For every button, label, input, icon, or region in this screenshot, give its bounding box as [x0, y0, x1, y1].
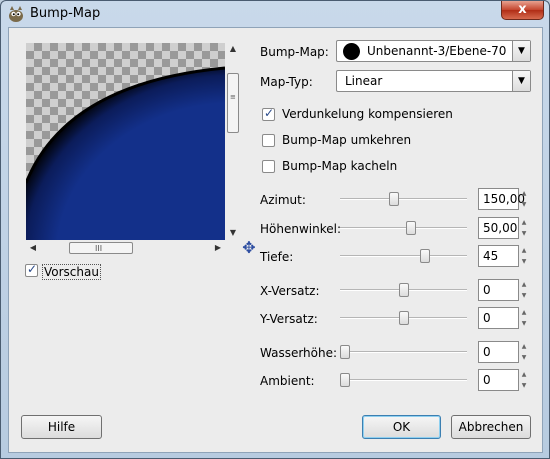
x-offset-slider[interactable] [340, 283, 467, 297]
preview-label[interactable]: Vorschau [42, 264, 101, 280]
ambient-slider[interactable] [340, 373, 467, 387]
invert-label[interactable]: Bump-Map umkehren [282, 133, 411, 147]
elevation-label: Höhenwinkel: [260, 222, 341, 236]
spin-up-icon: ▲ [521, 309, 527, 316]
x-offset-value: 0 [483, 283, 491, 297]
azimuth-label: Azimut: [260, 193, 306, 207]
title-bar[interactable]: Bump-Map x [1, 1, 549, 27]
ambient-spin-arrows[interactable]: ▲ ▼ [519, 369, 529, 391]
waterlevel-slider[interactable] [340, 345, 467, 359]
waterlevel-value: 0 [483, 345, 491, 359]
grip-icon: ≡ [230, 93, 236, 101]
spin-up-icon: ▲ [521, 343, 527, 350]
spin-down-icon: ▼ [521, 354, 527, 361]
invert-checkbox[interactable] [262, 134, 275, 147]
ambient-label: Ambient: [260, 374, 315, 388]
spin-down-icon: ▼ [521, 230, 527, 237]
x-offset-spin-arrows[interactable]: ▲ ▼ [519, 279, 529, 301]
y-offset-slider[interactable] [340, 311, 467, 325]
depth-slider[interactable] [340, 249, 467, 263]
move-arrows-icon[interactable]: ✥ [241, 240, 257, 256]
waterlevel-spinbutton[interactable]: 0 [478, 341, 519, 363]
compensate-label[interactable]: Verdunkelung kompensieren [282, 107, 453, 121]
preview-vertical-scrollbar[interactable]: ▲ ≡ ▼ [226, 43, 240, 240]
scroll-down-icon[interactable]: ▼ [226, 227, 240, 239]
ambient-spinbutton[interactable]: 0 [478, 369, 519, 391]
window-title: Bump-Map [30, 6, 101, 21]
maptype-select[interactable]: Linear ▼ [336, 70, 531, 92]
chevron-down-icon[interactable]: ▼ [512, 41, 530, 61]
compensate-checkbox[interactable] [262, 106, 275, 121]
cancel-button[interactable]: Abbrechen [451, 415, 531, 439]
preview-panel: ▲ ≡ ▼ ◀ III ▶ ✥ [23, 38, 256, 260]
preview-image[interactable] [26, 43, 225, 240]
spin-down-icon: ▼ [521, 258, 527, 265]
spin-up-icon: ▲ [521, 281, 527, 288]
slider-thumb[interactable] [389, 192, 399, 206]
help-button[interactable]: Hilfe [21, 415, 102, 439]
y-offset-spinbutton[interactable]: 0 [478, 307, 519, 329]
y-offset-label: Y-Versatz: [260, 312, 318, 326]
y-offset-spin-arrows[interactable]: ▲ ▼ [519, 307, 529, 329]
preview-render [26, 66, 225, 240]
spin-down-icon: ▼ [521, 292, 527, 299]
grip-label: III [95, 244, 103, 253]
spin-up-icon: ▲ [521, 371, 527, 378]
preview-checkbox[interactable] [25, 262, 38, 277]
bumpmap-value: Unbenannt-3/Ebene-70 [367, 44, 507, 58]
elevation-spin-arrows[interactable]: ▲ ▼ [519, 217, 529, 239]
spin-down-icon: ▼ [521, 201, 527, 208]
tile-label[interactable]: Bump-Map kacheln [282, 159, 397, 173]
azimuth-slider[interactable] [340, 192, 467, 206]
horizontal-scroll-thumb[interactable]: III [69, 242, 133, 254]
elevation-value: 50,00 [483, 221, 518, 235]
bumpmap-label: Bump-Map: [260, 45, 329, 59]
spin-up-icon: ▲ [521, 190, 527, 197]
spin-up-icon: ▲ [521, 219, 527, 226]
ambient-value: 0 [483, 373, 491, 387]
dialog-window: Bump-Map x ▲ ≡ ▼ ◀ III ▶ ✥ ✓ Vorschau Bu… [0, 0, 550, 459]
layer-thumbnail [343, 43, 360, 60]
scroll-up-icon[interactable]: ▲ [226, 43, 240, 55]
depth-spin-arrows[interactable]: ▲ ▼ [519, 245, 529, 267]
y-offset-value: 0 [483, 311, 491, 325]
spin-up-icon: ▲ [521, 247, 527, 254]
spin-down-icon: ▼ [521, 320, 527, 327]
waterlevel-spin-arrows[interactable]: ▲ ▼ [519, 341, 529, 363]
scroll-right-icon[interactable]: ▶ [211, 242, 225, 254]
bumpmap-select[interactable]: Unbenannt-3/Ebene-70 ▼ [336, 40, 531, 62]
dialog-client-area: ▲ ≡ ▼ ◀ III ▶ ✥ Vorschau Bump-Map: Unben… [8, 27, 543, 453]
ok-button[interactable]: OK [362, 415, 441, 439]
x-offset-spinbutton[interactable]: 0 [478, 279, 519, 301]
tile-checkbox[interactable] [262, 160, 275, 173]
depth-value: 45 [483, 249, 499, 263]
slider-thumb[interactable] [340, 345, 350, 359]
depth-spinbutton[interactable]: 45 [478, 245, 519, 267]
vertical-scroll-thumb[interactable]: ≡ [227, 73, 239, 133]
gimp-wilber-icon [9, 6, 23, 22]
elevation-slider[interactable] [340, 221, 467, 235]
slider-thumb[interactable] [399, 283, 409, 297]
chevron-down-icon[interactable]: ▼ [512, 71, 530, 91]
x-offset-label: X-Versatz: [260, 284, 320, 298]
azimuth-spinbutton[interactable]: 150,00 [478, 188, 525, 210]
azimuth-spin-arrows[interactable]: ▲ ▼ [519, 188, 529, 210]
scroll-left-icon[interactable]: ◀ [26, 242, 40, 254]
maptype-label: Map-Typ: [260, 75, 313, 89]
slider-thumb[interactable] [399, 311, 409, 325]
preview-horizontal-scrollbar[interactable]: ◀ III ▶ [26, 241, 225, 255]
spin-down-icon: ▼ [521, 382, 527, 389]
elevation-spinbutton[interactable]: 50,00 [478, 217, 519, 239]
slider-thumb[interactable] [420, 249, 430, 263]
close-button[interactable]: x [501, 1, 544, 20]
slider-thumb[interactable] [340, 373, 350, 387]
close-icon: x [518, 2, 527, 17]
waterlevel-label: Wasserhöhe: [260, 346, 338, 360]
depth-label: Tiefe: [260, 250, 294, 264]
maptype-value: Linear [345, 74, 383, 88]
slider-thumb[interactable] [406, 221, 416, 235]
